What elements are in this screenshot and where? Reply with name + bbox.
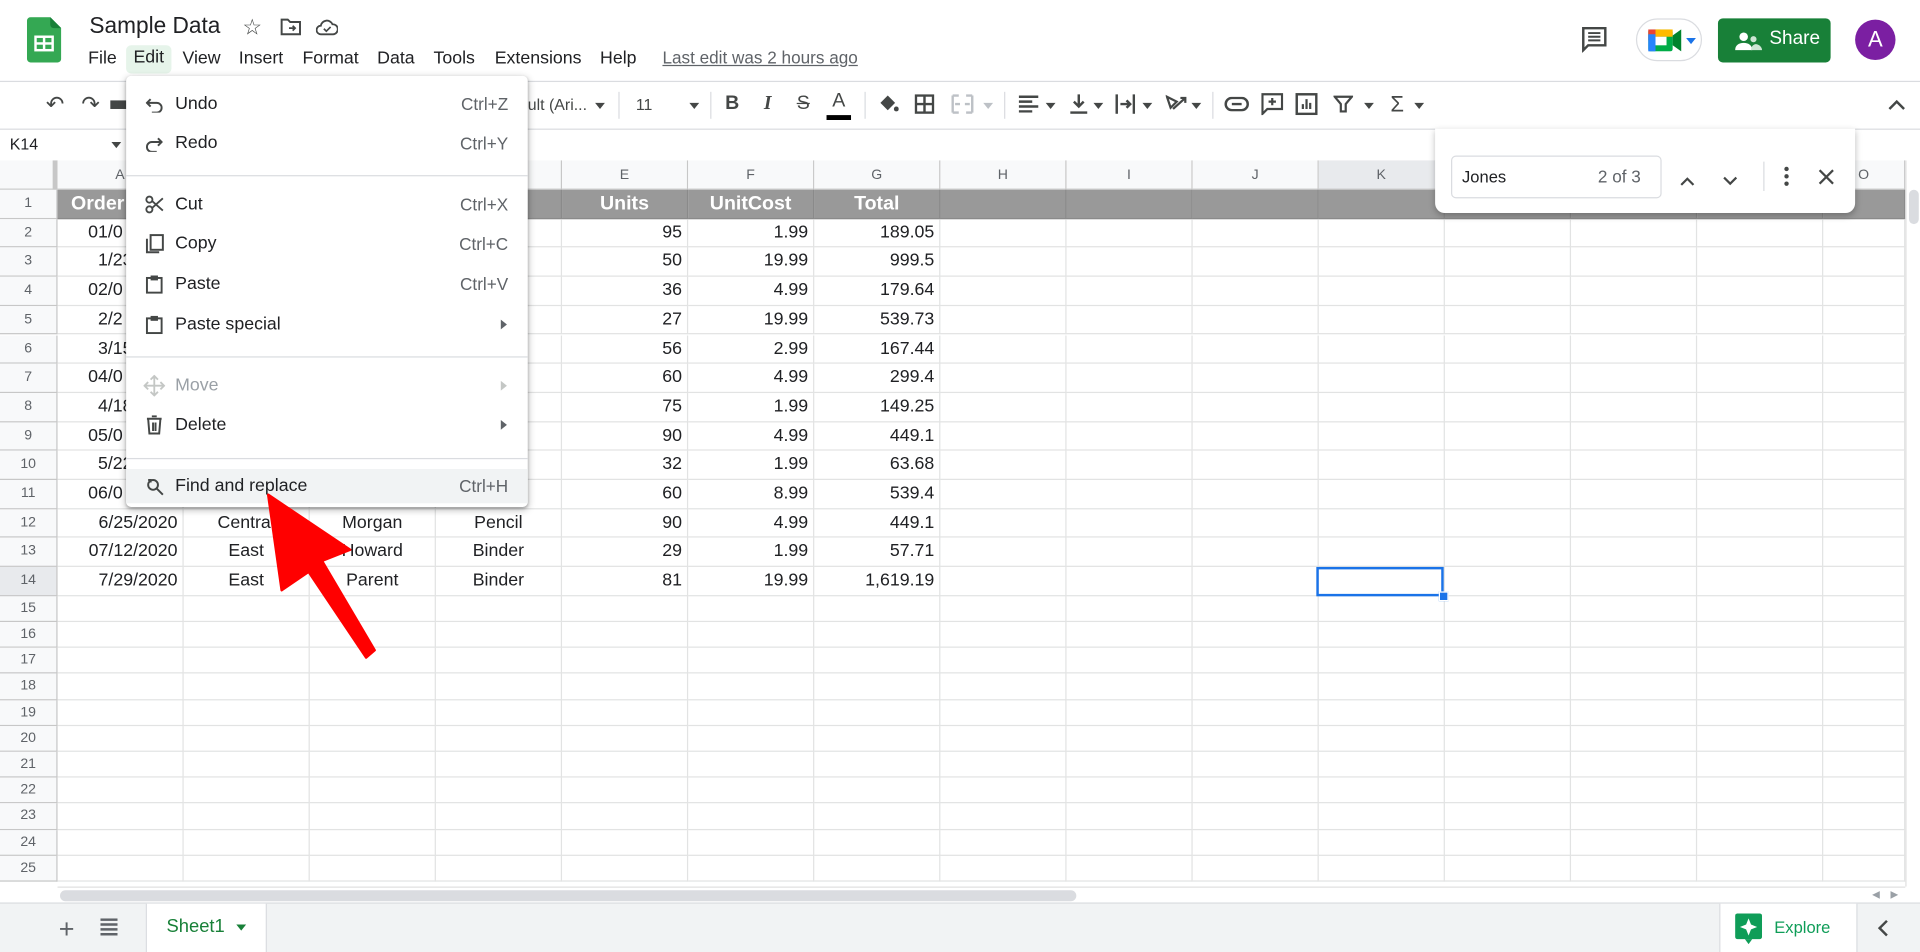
- red-arrow-annotation: [266, 493, 376, 659]
- google-sheets-window: Sample Data ☆ File Edit View Insert Form…: [0, 0, 1920, 952]
